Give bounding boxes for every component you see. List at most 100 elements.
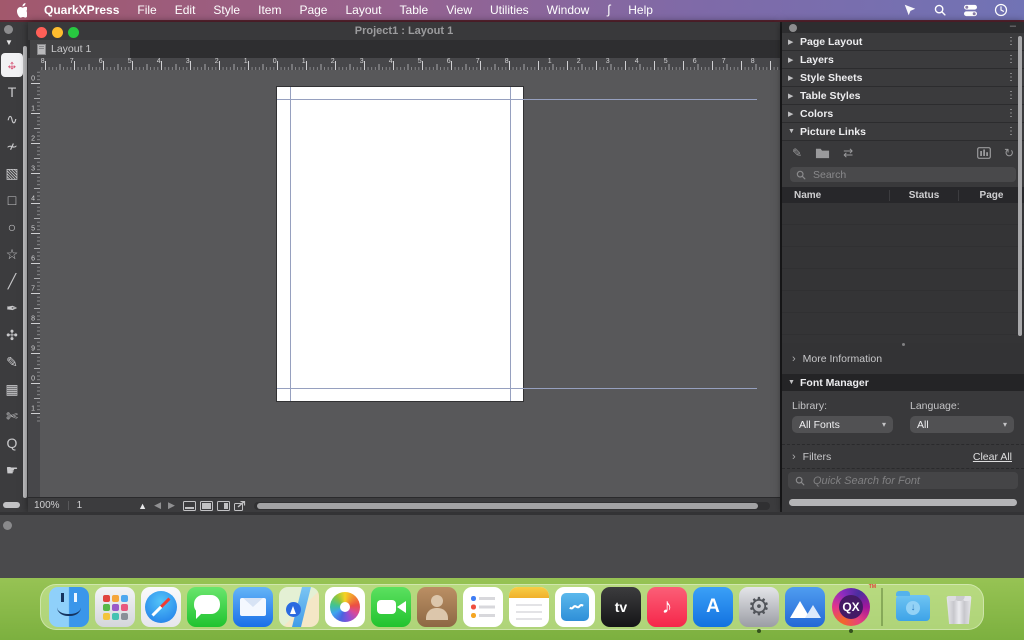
page-number-field[interactable]: 1 [69,500,109,511]
relink-swap-icon[interactable]: ⇄ [843,147,853,159]
search-menubar-icon[interactable] [933,3,947,17]
font-quick-search-input[interactable] [811,474,1011,488]
dock-facetime[interactable] [371,587,411,627]
section-menu-icon[interactable]: ⋮ [1006,54,1018,65]
line-tool[interactable]: ╱ [1,269,23,293]
dock-music[interactable] [647,587,687,627]
tools-disclosure-icon[interactable]: ▼ [5,38,13,47]
menu-item-page[interactable]: Page [290,3,336,17]
clear-all-link[interactable]: Clear All [973,451,1012,463]
column-header-name[interactable]: Name [782,190,889,201]
zoom-tool[interactable]: Q [1,431,23,455]
filters-label[interactable]: Filters [803,451,832,463]
view-split-vertical-icon[interactable] [217,501,230,511]
library-dropdown[interactable]: All Fonts ▾ [792,416,893,433]
background-palette-dot[interactable] [3,521,12,530]
palette-close-dot[interactable] [4,25,13,34]
dock-appstore[interactable] [693,587,733,627]
clock-menubar-icon[interactable] [994,3,1008,17]
page-popup-icon[interactable]: ▲ [138,501,147,511]
menu-item-item[interactable]: Item [249,3,290,17]
picture-content-tool[interactable]: ▧ [1,161,23,185]
dock-mountains[interactable] [785,587,825,627]
dock-quarkxpress[interactable] [831,587,871,627]
dock-launchpad[interactable] [95,587,135,627]
view-fullscreen-icon[interactable] [200,501,213,511]
section-layers[interactable]: ▶Layers⋮ [782,51,1024,69]
section-menu-icon[interactable]: ⋮ [1006,72,1018,83]
text-unlinking-tool[interactable]: ≁ [1,134,23,158]
table-tool[interactable]: ▦ [1,377,23,401]
more-information-row[interactable]: › More Information [782,343,1024,374]
edit-picture-icon[interactable]: ✎ [792,147,802,159]
zoom-level-field[interactable]: 100% [28,500,68,511]
filters-chevron-icon[interactable]: › [792,451,796,463]
menu-item-style[interactable]: Style [204,3,249,17]
section-menu-icon[interactable]: ⋮ [1006,36,1018,47]
menu-item-edit[interactable]: Edit [166,3,205,17]
tools-scrollbar[interactable] [23,46,27,498]
panel-resize-dot[interactable] [902,343,905,346]
open-folder-icon[interactable] [815,147,830,159]
dock-photos[interactable] [325,587,365,627]
dock-finder[interactable] [49,587,89,627]
tools-resize-pill[interactable] [3,502,20,508]
previous-page-icon[interactable]: ◀ [154,500,161,511]
point-selection-tool[interactable]: ✣ [1,323,23,347]
shortcut-menubar-icon[interactable] [903,3,917,17]
section-colors[interactable]: ▶Colors⋮ [782,105,1024,123]
refresh-icon[interactable]: ↻ [1004,147,1014,159]
font-manager-header[interactable]: ▼ Font Manager [782,374,1024,391]
freehand-drawing-tool[interactable]: ✎ [1,350,23,374]
picture-links-list[interactable] [782,203,1024,343]
dock-notes[interactable] [509,587,549,627]
text-content-tool[interactable]: T [1,80,23,104]
menu-item-view[interactable]: View [437,3,481,17]
text-linking-tool[interactable]: ∿ [1,107,23,131]
dock-messages[interactable] [187,587,227,627]
horizontal-scrollbar-track[interactable] [254,502,770,510]
next-page-icon[interactable]: ▶ [168,500,175,511]
menu-item-window[interactable]: Window [538,3,599,17]
dock-safari[interactable] [141,587,181,627]
dock-contacts[interactable] [417,587,457,627]
menu-item-layout[interactable]: Layout [336,3,390,17]
section-table-styles[interactable]: ▶Table Styles⋮ [782,87,1024,105]
section-picture-links[interactable]: ▼Picture Links⋮ [782,123,1024,141]
panel-close-dot[interactable] [789,24,797,32]
menu-item-help[interactable]: Help [619,0,662,20]
minimize-button[interactable] [52,27,63,38]
starburst-tool[interactable]: ☆ [1,242,23,266]
dock-maps[interactable] [279,587,319,627]
tab-layout-1[interactable]: Layout 1 [30,40,130,58]
close-button[interactable] [36,27,47,38]
zoom-window-button[interactable] [68,27,79,38]
dock-freeform[interactable] [555,587,595,627]
view-split-storage-icon[interactable] [183,501,196,511]
item-tool[interactable]: ↔↕ [1,53,23,77]
scissors-tool[interactable]: ✄ [1,404,23,428]
menu-item-utilities[interactable]: Utilities [481,3,538,17]
language-dropdown[interactable]: All ▾ [910,416,1014,433]
script-menu-icon[interactable]: ʃ [598,0,619,20]
export-icon[interactable] [234,501,246,511]
oval-box-tool[interactable]: ○ [1,215,23,239]
dock-trash[interactable] [939,587,979,627]
horizontal-scrollbar-thumb[interactable] [257,503,758,509]
section-page-layout[interactable]: ▶Page Layout⋮ [782,33,1024,51]
dock-reminders[interactable] [463,587,503,627]
dock-appletv[interactable] [601,587,641,627]
picture-links-search-input[interactable] [811,168,1010,182]
section-menu-icon[interactable]: ⋮ [1006,90,1018,101]
usage-report-icon[interactable] [977,147,991,159]
column-header-page[interactable]: Page [958,190,1024,201]
column-header-status[interactable]: Status [889,190,958,201]
dock-settings[interactable] [739,587,779,627]
pan-tool[interactable]: ☛ [1,458,23,482]
panel-vertical-scrollbar[interactable] [1018,36,1022,336]
menu-item-file[interactable]: File [128,3,165,17]
panel-minimize-icon[interactable]: – [1010,20,1016,32]
layout-page[interactable] [277,87,523,401]
apple-menu[interactable] [0,3,35,18]
section-style-sheets[interactable]: ▶Style Sheets⋮ [782,69,1024,87]
